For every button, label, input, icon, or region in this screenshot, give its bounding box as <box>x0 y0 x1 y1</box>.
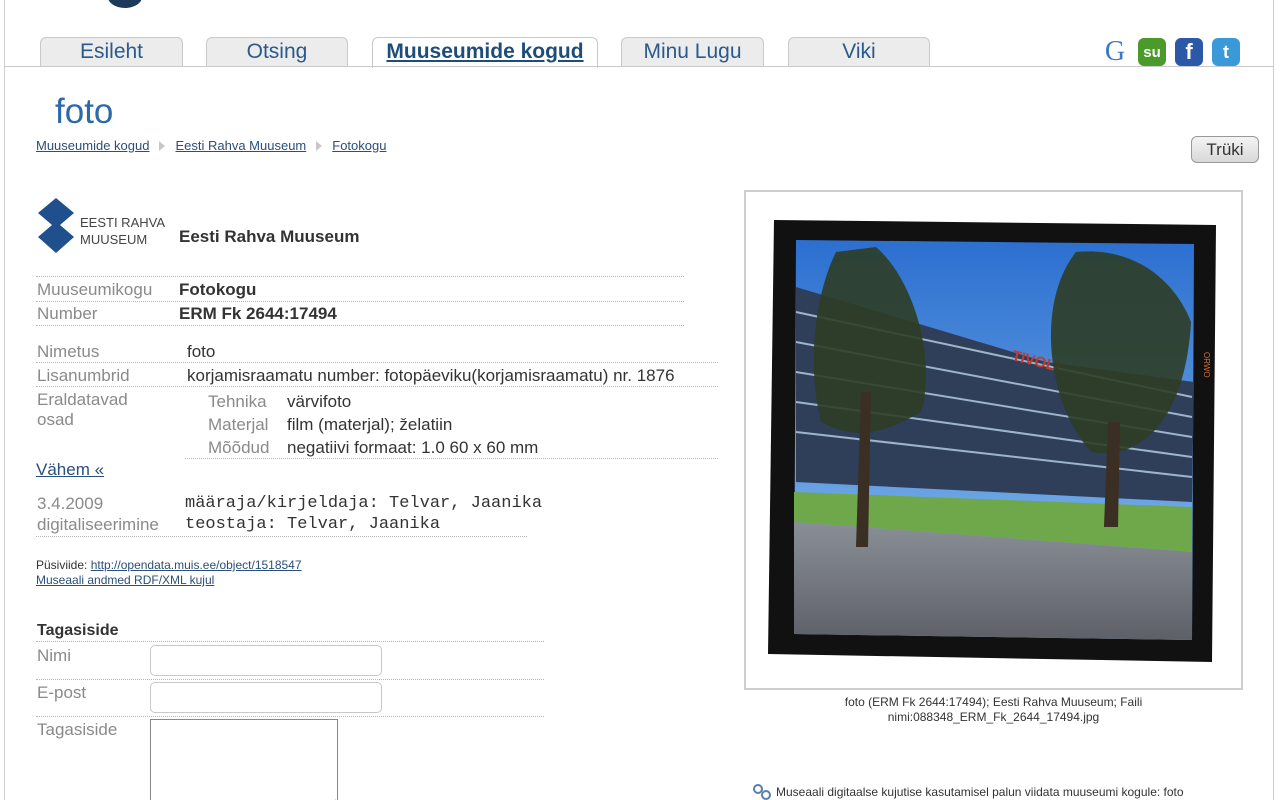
email-field[interactable] <box>150 682 382 713</box>
permalink-url[interactable]: http://opendata.muis.ee/object/1518547 <box>91 558 302 572</box>
tab-esileht[interactable]: Esileht <box>40 37 183 67</box>
usage-note-text: Museaali digitaalse kujutise kasutamisel… <box>776 785 1184 799</box>
role-identifier: määraja/kirjeldaja: Telvar, Jaanika <box>185 494 543 513</box>
photo-caption: foto (ERM Fk 2644:17494); Eesti Rahva Mu… <box>744 695 1243 725</box>
permalink-label: Püsiviide: <box>36 558 91 572</box>
dimensions-label: Mõõdud <box>208 438 270 457</box>
film-edge-text: ORWO <box>1202 352 1211 378</box>
photo-caption-line2: nimi:088348_ERM_Fk_2644_17494.jpg <box>887 710 1100 724</box>
divider <box>185 458 718 459</box>
chevron-right-icon <box>159 140 166 151</box>
collection-label: Muuseumikogu <box>37 280 153 299</box>
name-value: foto <box>187 342 216 361</box>
technique-value: värvifoto <box>287 392 352 411</box>
divider <box>36 325 684 326</box>
tab-viki[interactable]: Viki <box>788 37 930 67</box>
name-field[interactable] <box>150 645 382 676</box>
divider <box>36 301 684 302</box>
rdf-link[interactable]: Museaali andmed RDF/XML kujul <box>36 573 214 587</box>
tab-muuseumide-kogud[interactable]: Muuseumide kogud <box>372 37 598 68</box>
breadcrumb: Muuseumide kogud Eesti Rahva Muuseum Fot… <box>36 138 386 153</box>
chevron-right-icon <box>316 140 323 151</box>
photo-caption-line1: foto (ERM Fk 2644:17494); Eesti Rahva Mu… <box>844 695 1143 709</box>
divider <box>36 716 544 717</box>
tab-divider <box>4 66 1274 67</box>
technique-label: Tehnika <box>208 392 267 411</box>
museum-logo[interactable]: EESTI RAHVA MUUSEUM <box>36 197 168 255</box>
dimensions-value: negatiivi formaat: 1.0 60 x 60 mm <box>287 438 539 457</box>
collection-value: Fotokogu <box>179 280 257 299</box>
museum-logo-mark <box>38 198 74 253</box>
material-value: film (materjal); želatiin <box>287 415 453 434</box>
tab-minu-lugu[interactable]: Minu Lugu <box>621 37 764 67</box>
museum-logo-line1: EESTI RAHVA <box>80 215 165 230</box>
social-share: G su f t <box>1101 36 1240 67</box>
permalink: Püsiviide: http://opendata.muis.ee/objec… <box>36 558 302 572</box>
divider <box>36 679 544 680</box>
museum-photo: TIVOLI ORWO <box>768 220 1216 662</box>
divider <box>36 536 527 537</box>
extra-numbers-value: korjamisraamatu number: fotopäeviku(korj… <box>187 366 675 385</box>
show-less-link[interactable]: Vähem « <box>36 460 104 480</box>
tab-otsing[interactable]: Otsing <box>206 37 348 67</box>
email-field-label: E-post <box>37 683 87 702</box>
message-field-label: Tagasiside <box>37 720 118 739</box>
facebook-icon[interactable]: f <box>1175 38 1203 66</box>
museum-name: Eesti Rahva Muuseum <box>179 227 360 246</box>
feedback-title: Tagasiside <box>37 622 119 639</box>
usage-note: Museaali digitaalse kujutise kasutamisel… <box>752 783 1184 800</box>
extra-numbers-label: Lisanumbrid <box>37 366 130 385</box>
link-icon <box>753 784 771 800</box>
divider <box>36 386 718 387</box>
museum-logo-line2: MUUSEUM <box>80 232 147 247</box>
digitization-date: 3.4.2009 <box>37 494 104 513</box>
name-label: Nimetus <box>37 342 100 361</box>
twitter-icon[interactable]: t <box>1212 38 1240 66</box>
number-value: ERM Fk 2644:17494 <box>179 304 337 323</box>
message-field[interactable] <box>150 719 338 800</box>
name-field-label: Nimi <box>37 646 71 665</box>
google-icon[interactable]: G <box>1101 36 1129 67</box>
parts-label: Eraldatavad <box>37 390 128 409</box>
material-label: Materjal <box>208 415 269 434</box>
rdf-link-wrap: Museaali andmed RDF/XML kujul <box>36 573 214 587</box>
parts-label-2: osad <box>37 410 74 429</box>
page-title: foto <box>55 92 114 131</box>
print-button[interactable]: Trüki <box>1191 136 1259 163</box>
digitization-label: digitaliseerimine <box>37 515 159 534</box>
number-label: Number <box>37 304 98 323</box>
divider <box>36 276 684 277</box>
breadcrumb-fotokogu[interactable]: Fotokogu <box>332 138 386 153</box>
photo-frame[interactable]: TIVOLI ORWO <box>744 190 1243 690</box>
role-performer: teostaja: Telvar, Jaanika <box>185 515 441 534</box>
divider <box>36 362 718 363</box>
breadcrumb-eesti-rahva-muuseum[interactable]: Eesti Rahva Muuseum <box>175 138 306 153</box>
stumbleupon-icon[interactable]: su <box>1138 38 1166 66</box>
divider <box>36 641 544 642</box>
breadcrumb-muuseumide-kogud[interactable]: Muuseumide kogud <box>36 138 149 153</box>
